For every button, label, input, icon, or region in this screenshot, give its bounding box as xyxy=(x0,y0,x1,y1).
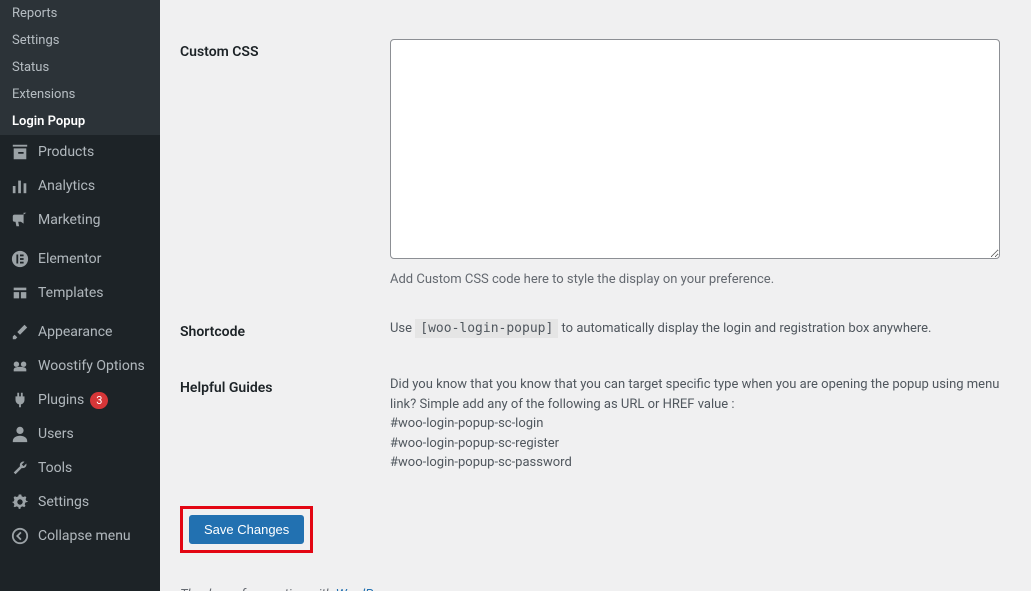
menu-item-marketing[interactable]: Marketing xyxy=(0,203,160,237)
user-icon xyxy=(10,425,30,443)
submenu-item-reports[interactable]: Reports xyxy=(0,0,160,27)
menu-label: Elementor xyxy=(38,251,101,267)
menu-label: Plugins xyxy=(38,392,84,408)
menu-label: Products xyxy=(38,144,94,160)
menu-label: Collapse menu xyxy=(38,528,131,544)
megaphone-icon xyxy=(10,211,30,229)
settings-form-table: Custom CSS Add Custom CSS code here to s… xyxy=(180,24,1011,488)
menu-label: Tools xyxy=(38,460,72,476)
footer-credit: Thank you for creating with WordPress. xyxy=(180,587,1011,591)
menu-item-settings[interactable]: Settings xyxy=(0,485,160,519)
woostify-icon xyxy=(10,357,30,375)
custom-css-label: Custom CSS xyxy=(180,24,380,304)
shortcode-code: [woo-login-popup] xyxy=(415,319,558,338)
shortcode-description: Use [woo-login-popup] to automatically d… xyxy=(380,304,1011,360)
menu-label: Templates xyxy=(38,285,104,301)
submenu-item-status[interactable]: Status xyxy=(0,54,160,81)
menu-item-woostify-options[interactable]: Woostify Options xyxy=(0,349,160,383)
custom-css-textarea[interactable] xyxy=(390,39,1000,259)
submenu-item-login-popup[interactable]: Login Popup xyxy=(0,108,160,135)
elementor-icon xyxy=(10,250,30,268)
menu-label: Users xyxy=(38,426,74,442)
save-highlight-box: Save Changes xyxy=(180,506,313,553)
submenu-item-extensions[interactable]: Extensions xyxy=(0,81,160,108)
save-button[interactable]: Save Changes xyxy=(189,515,304,544)
templates-icon xyxy=(10,284,30,302)
menu-item-collapse-menu[interactable]: Collapse menu xyxy=(0,519,160,553)
menu-label: Woostify Options xyxy=(38,358,145,374)
admin-sidebar: ReportsSettingsStatusExtensionsLogin Pop… xyxy=(0,0,160,591)
custom-css-hint: Add Custom CSS code here to style the di… xyxy=(390,270,1001,290)
menu-item-elementor[interactable]: Elementor xyxy=(0,242,160,276)
menu-label: Settings xyxy=(38,494,89,510)
menu-item-products[interactable]: Products xyxy=(0,135,160,169)
chart-icon xyxy=(10,177,30,195)
archive-icon xyxy=(10,143,30,161)
menu-item-plugins[interactable]: Plugins 3 xyxy=(0,383,160,417)
submenu-item-settings[interactable]: Settings xyxy=(0,27,160,54)
wrench-icon xyxy=(10,459,30,477)
menu-item-users[interactable]: Users xyxy=(0,417,160,451)
wordpress-link[interactable]: WordPress xyxy=(336,587,397,591)
menu-label: Marketing xyxy=(38,212,101,228)
menu-item-templates[interactable]: Templates xyxy=(0,276,160,310)
plug-icon xyxy=(10,391,30,409)
menu-label: Analytics xyxy=(38,178,95,194)
shortcode-label: Shortcode xyxy=(180,304,380,360)
guides-text: Did you know that you know that you can … xyxy=(380,360,1011,488)
brush-icon xyxy=(10,323,30,341)
main-content: Custom CSS Add Custom CSS code here to s… xyxy=(160,0,1031,591)
menu-label: Appearance xyxy=(38,324,112,340)
menu-item-tools[interactable]: Tools xyxy=(0,451,160,485)
collapse-icon xyxy=(10,527,30,545)
guides-label: Helpful Guides xyxy=(180,360,380,488)
menu-item-analytics[interactable]: Analytics xyxy=(0,169,160,203)
menu-item-appearance[interactable]: Appearance xyxy=(0,315,160,349)
update-badge: 3 xyxy=(90,392,108,409)
gear-icon xyxy=(10,493,30,511)
